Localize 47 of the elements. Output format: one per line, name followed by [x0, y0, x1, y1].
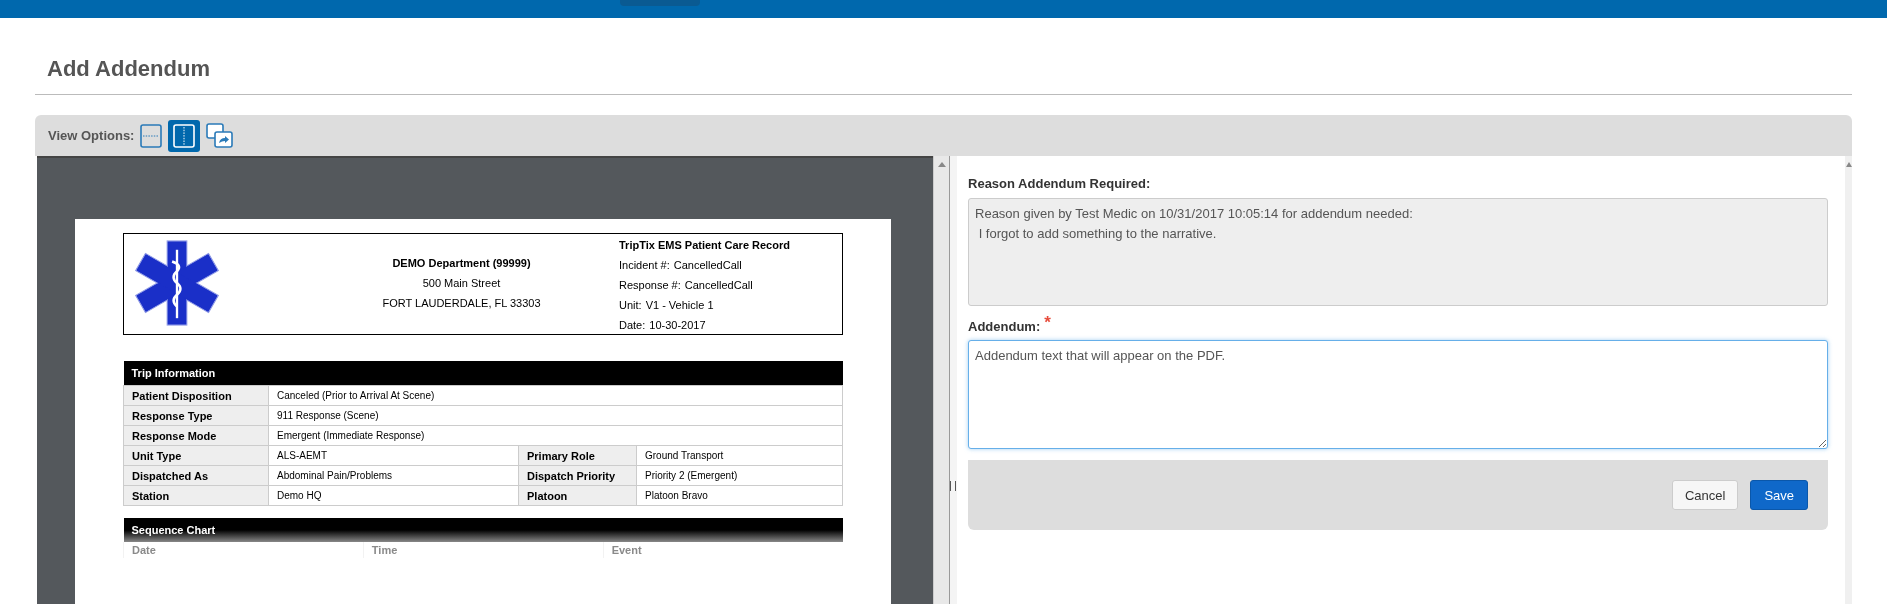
column-header: Date: [123, 542, 364, 558]
field-value: V1 - Vehicle 1: [645, 299, 714, 311]
addendum-label: Addendum:: [968, 318, 1041, 334]
field-label: Date:: [619, 319, 646, 331]
reason-field[interactable]: Reason given by Test Medic on 10/31/2017 10:05:14 for addendum needed: I forgot to add something to the narrative.: [968, 198, 1828, 306]
section-header: Trip Information: [123, 361, 843, 386]
scrollbar[interactable]: [1845, 156, 1852, 604]
field-label: Response #:: [619, 279, 681, 291]
table-cell: Platoon Bravo: [636, 485, 843, 506]
table-cell: Priority 2 (Emergent): [636, 465, 843, 486]
required-mark: *: [1044, 316, 1051, 330]
view-options-label: View Options:: [48, 128, 135, 143]
table-cell: Ground Transport: [636, 445, 843, 466]
grip-icon[interactable]: [950, 481, 957, 491]
field-value: CancelledCall: [684, 279, 753, 291]
table-cell: Demo HQ: [268, 485, 519, 506]
table-cell: Abdominal Pain/Problems: [268, 465, 519, 486]
street-address: 500 Main Street: [422, 276, 501, 291]
table-label: Dispatched As: [123, 465, 269, 486]
scroll-up-icon[interactable]: [1845, 162, 1852, 167]
table-cell: 911 Response (Scene): [268, 405, 843, 426]
page-title: Add Addendum: [35, 18, 1852, 95]
cancel-button[interactable]: Cancel: [1671, 480, 1739, 510]
table-label: Patient Disposition: [123, 385, 269, 406]
table-label: Station: [123, 485, 269, 506]
vertical-split-icon[interactable]: [168, 119, 201, 152]
field-value: 10-30-2017: [649, 319, 706, 331]
table-cell: Emergent (Immediate Response): [268, 425, 843, 446]
table-label: Response Mode: [123, 425, 269, 446]
field-label: Incident #:: [619, 259, 670, 271]
save-button[interactable]: Save: [1750, 480, 1808, 510]
city-state-zip: FORT LAUDERDALE, FL 33303: [382, 296, 541, 311]
scrollbar[interactable]: [933, 156, 950, 604]
column-header: Time: [363, 542, 604, 558]
field-value: CancelledCall: [673, 259, 742, 271]
addendum-field[interactable]: Addendum text that will appear on the PDF.: [968, 340, 1828, 449]
column-header: Event: [603, 542, 843, 558]
field-label: Unit:: [619, 299, 642, 311]
table-cell: Canceled (Prior to Arrival At Scene): [268, 385, 843, 406]
star-of-life-icon: [134, 239, 220, 327]
table-label: Response Type: [123, 405, 269, 426]
reason-label: Reason Addendum Required:: [968, 176, 1152, 191]
section-header: Sequence Chart: [123, 518, 843, 542]
record-title: TripTix EMS Patient Care Record: [619, 238, 790, 253]
table-cell: ALS-AEMT: [268, 445, 519, 466]
department-name: DEMO Department (99999): [392, 256, 531, 271]
table-label: Unit Type: [123, 445, 269, 466]
